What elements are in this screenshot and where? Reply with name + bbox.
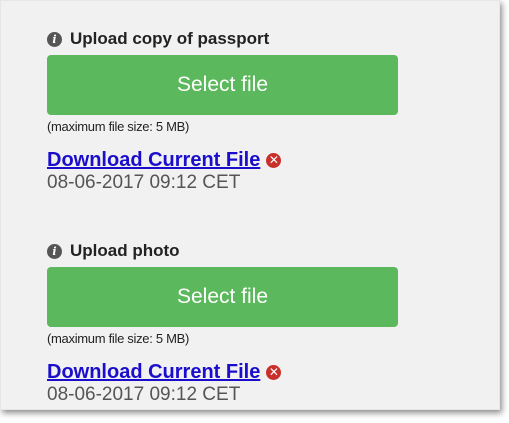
info-icon[interactable]: i xyxy=(47,243,62,259)
passport-upload-section: i Upload copy of passport Select file (m… xyxy=(47,27,407,194)
passport-download-row: Download Current File ✕ xyxy=(47,148,407,172)
passport-size-hint: (maximum file size: 5 MB) xyxy=(47,119,190,134)
remove-icon[interactable]: ✕ xyxy=(266,364,282,380)
photo-label: Upload photo xyxy=(70,241,180,260)
passport-label-row: i Upload copy of passport xyxy=(47,27,407,51)
photo-size-hint: (maximum file size: 5 MB) xyxy=(47,331,190,346)
upload-panel: i Upload copy of passport Select file (m… xyxy=(0,0,500,410)
passport-download-link[interactable]: Download Current File xyxy=(47,149,260,172)
photo-download-link[interactable]: Download Current File xyxy=(47,361,260,384)
photo-label-row: i Upload photo xyxy=(47,239,407,263)
info-icon[interactable]: i xyxy=(47,31,62,47)
passport-label: Upload copy of passport xyxy=(70,29,270,48)
passport-timestamp: 08-06-2017 09:12 CET xyxy=(47,172,241,193)
remove-icon[interactable]: ✕ xyxy=(266,152,282,168)
photo-download-row: Download Current File ✕ xyxy=(47,360,407,384)
passport-select-file-button[interactable]: Select file xyxy=(47,55,398,115)
photo-select-file-button[interactable]: Select file xyxy=(47,267,398,327)
photo-timestamp: 08-06-2017 09:12 CET xyxy=(47,384,241,405)
photo-upload-section: i Upload photo Select file (maximum file… xyxy=(47,239,407,406)
